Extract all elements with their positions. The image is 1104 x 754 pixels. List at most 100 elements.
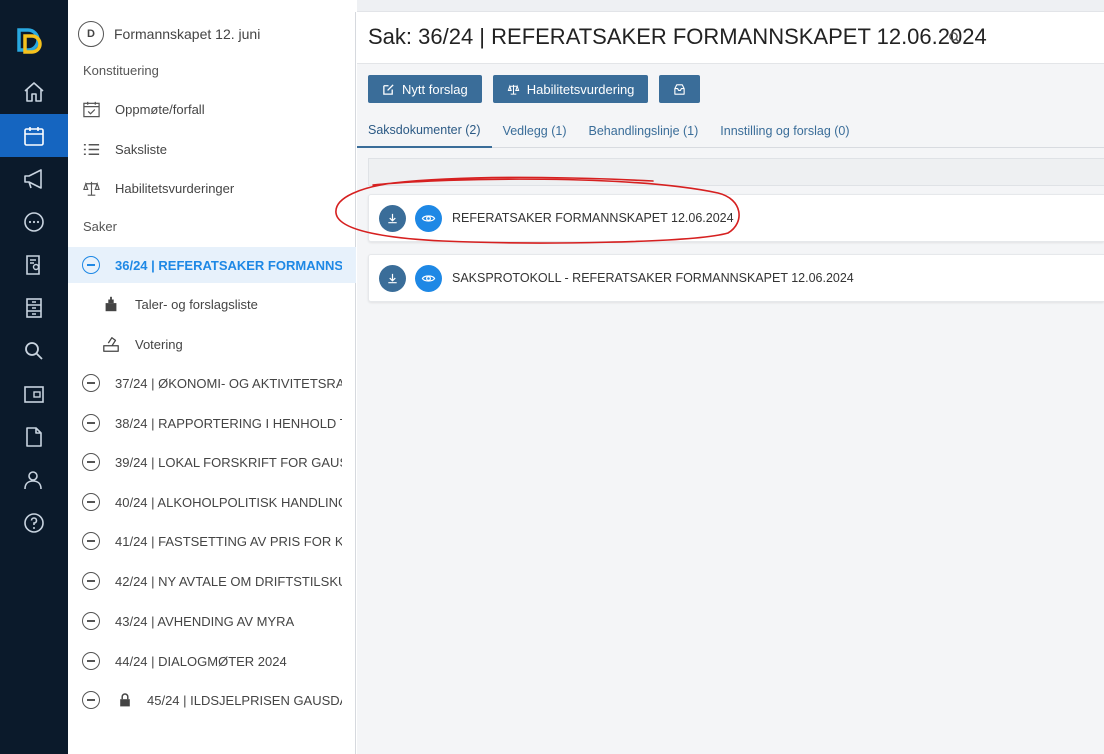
annotation-circle: [335, 176, 740, 244]
case-title: 41/24 | FASTSETTING AV PRIS FOR KOMMUNAL…: [115, 533, 342, 549]
case-item[interactable]: 40/24 | ALKOHOLPOLITISK HANDLINGSPLAN: [68, 484, 356, 520]
top-strip: [357, 0, 1104, 12]
inbox-button[interactable]: [659, 75, 701, 103]
case-title: 44/24 | DIALOGMØTER 2024: [115, 653, 287, 669]
eye-icon: [421, 275, 436, 282]
rail-archive[interactable]: [0, 286, 68, 329]
lock-icon: [115, 690, 135, 710]
case-subitem-votering[interactable]: Votering: [68, 326, 356, 362]
case-title: 36/24 | REFERATSAKER FORMANNSKAPET 12.06…: [115, 257, 342, 273]
rail-calendar[interactable]: [0, 114, 68, 157]
app-rail: [0, 0, 68, 754]
calendar-check-icon: [81, 99, 101, 119]
rail-document-user[interactable]: [0, 243, 68, 286]
case-title: 39/24 | LOKAL FORSKRIFT FOR GAUSDAL: [115, 454, 342, 470]
case-title: 45/24 | ILDSJELPRISEN GAUSDAL KOMMUNE: [147, 692, 342, 708]
tab-vedlegg[interactable]: Vedlegg (1): [492, 114, 578, 148]
case-title: 37/24 | ØKONOMI- OG AKTIVITETSRAPPORT: [115, 375, 342, 391]
rail-search[interactable]: [0, 329, 68, 372]
home-icon: [24, 81, 44, 102]
archive-icon: [26, 297, 42, 318]
impartiality-button[interactable]: Habilitetsvurdering: [492, 75, 649, 103]
rail-help[interactable]: [0, 501, 68, 544]
case-item[interactable]: 38/24 | RAPPORTERING I HENHOLD TIL FINAN…: [68, 405, 356, 441]
meeting-header[interactable]: D Formannskapet 12. juni: [78, 20, 260, 48]
rail-home[interactable]: [0, 70, 68, 113]
sidebar-item-label: Saksliste: [115, 141, 168, 157]
case-item[interactable]: 43/24 | AVHENDING AV MYRA: [68, 603, 356, 639]
button-label: Habilitetsvurdering: [526, 81, 635, 97]
megaphone-icon: [24, 168, 42, 189]
sidebar-item-habilitet[interactable]: Habilitetsvurderinger: [68, 170, 356, 206]
case-main: Sak: 36/24 | REFERATSAKER FORMANNSKAPET …: [357, 0, 1104, 754]
case-item-active[interactable]: 36/24 | REFERATSAKER FORMANNSKAPET 12.06…: [68, 247, 356, 283]
download-icon: [388, 273, 397, 284]
sidebar-item-saksliste[interactable]: Saksliste: [68, 131, 356, 167]
rail-file[interactable]: [0, 415, 68, 458]
collapse-icon[interactable]: [81, 255, 101, 275]
case-item[interactable]: 42/24 | NY AVTALE OM DRIFTSTILSKUDD: [68, 563, 356, 599]
document-name[interactable]: SAKSPROTOKOLL - REFERATSAKER FORMANNSKAP…: [452, 271, 854, 285]
case-title: 42/24 | NY AVTALE OM DRIFTSTILSKUDD: [115, 573, 342, 589]
tab-innstilling[interactable]: Innstilling og forslag (0): [709, 114, 860, 148]
case-item[interactable]: 44/24 | DIALOGMØTER 2024: [68, 643, 356, 679]
case-item-locked[interactable]: 45/24 | ILDSJELPRISEN GAUSDAL KOMMUNE: [68, 682, 356, 718]
collapse-icon[interactable]: [81, 690, 101, 710]
rail-wallet[interactable]: [0, 372, 68, 415]
collapse-icon[interactable]: [81, 571, 101, 591]
meeting-title: Formannskapet 12. juni: [114, 26, 261, 42]
ballot-icon: [101, 334, 121, 354]
list-icon: [81, 139, 101, 159]
calendar-icon: [24, 126, 44, 146]
wallet-icon: [24, 385, 44, 403]
section-saker: Saker: [83, 219, 117, 234]
title-bar: Sak: 36/24 | REFERATSAKER FORMANNSKAPET …: [357, 12, 1104, 64]
new-proposal-button[interactable]: Nytt forslag: [368, 75, 482, 103]
rail-megaphone[interactable]: [0, 157, 68, 200]
collapse-icon[interactable]: [81, 413, 101, 433]
collapse-icon[interactable]: [81, 452, 101, 472]
scale-icon: [81, 178, 101, 198]
sidebar-item-label: Habilitetsvurderinger: [115, 180, 235, 196]
case-item[interactable]: 37/24 | ØKONOMI- OG AKTIVITETSRAPPORT: [68, 365, 356, 401]
meeting-sidebar: D Formannskapet 12. juni Konstituering O…: [68, 12, 356, 754]
inbox-icon: [674, 83, 686, 95]
help-icon: [24, 512, 44, 533]
sidebar-item-label: Votering: [135, 336, 183, 352]
case-tabs: Saksdokumenter (2) Vedlegg (1) Behandlin…: [357, 114, 1104, 148]
case-item[interactable]: 39/24 | LOKAL FORSKRIFT FOR GAUSDAL: [68, 444, 356, 480]
sidebar-item-label: Oppmøte/forfall: [115, 101, 205, 117]
app-logo[interactable]: [14, 26, 46, 58]
rail-users[interactable]: [0, 458, 68, 501]
tab-behandlingslinje[interactable]: Behandlingslinje (1): [578, 114, 710, 148]
document-row[interactable]: SAKSPROTOKOLL - REFERATSAKER FORMANNSKAP…: [368, 254, 1104, 302]
collapse-icon[interactable]: [81, 373, 101, 393]
case-title: 43/24 | AVHENDING AV MYRA: [115, 613, 295, 629]
preview-button[interactable]: [415, 265, 442, 292]
tab-saksdokumenter[interactable]: Saksdokumenter (2): [357, 114, 492, 148]
podium-icon: [101, 294, 121, 314]
search-icon: [25, 341, 43, 360]
case-item[interactable]: 41/24 | FASTSETTING AV PRIS FOR KOMMUNAL…: [68, 523, 356, 559]
search-icon[interactable]: [948, 31, 962, 45]
users-icon: [24, 470, 42, 489]
rail-chat[interactable]: [0, 200, 68, 243]
download-button[interactable]: [379, 265, 406, 292]
case-title: 38/24 | RAPPORTERING I HENHOLD TIL FINAN…: [115, 415, 342, 431]
section-konstituering: Konstituering: [83, 63, 159, 78]
edit-icon: [383, 83, 394, 95]
sidebar-item-label: Taler- og forslagsliste: [135, 296, 258, 312]
collapse-icon[interactable]: [81, 531, 101, 551]
case-subitem-talerliste[interactable]: Taler- og forslagsliste: [68, 286, 356, 322]
sidebar-item-oppmote[interactable]: Oppmøte/forfall: [68, 91, 356, 127]
document-user-icon: [26, 254, 40, 275]
chat-icon: [24, 211, 44, 232]
toolbar: Nytt forslag Habilitetsvurdering: [368, 75, 701, 103]
collapse-icon[interactable]: [81, 611, 101, 631]
collapse-icon[interactable]: [81, 651, 101, 671]
collapse-icon[interactable]: [81, 492, 101, 512]
file-icon: [26, 426, 42, 447]
scale-icon: [507, 84, 520, 95]
page-title: Sak: 36/24 | REFERATSAKER FORMANNSKAPET …: [368, 24, 987, 49]
case-title: 40/24 | ALKOHOLPOLITISK HANDLINGSPLAN: [115, 494, 342, 510]
